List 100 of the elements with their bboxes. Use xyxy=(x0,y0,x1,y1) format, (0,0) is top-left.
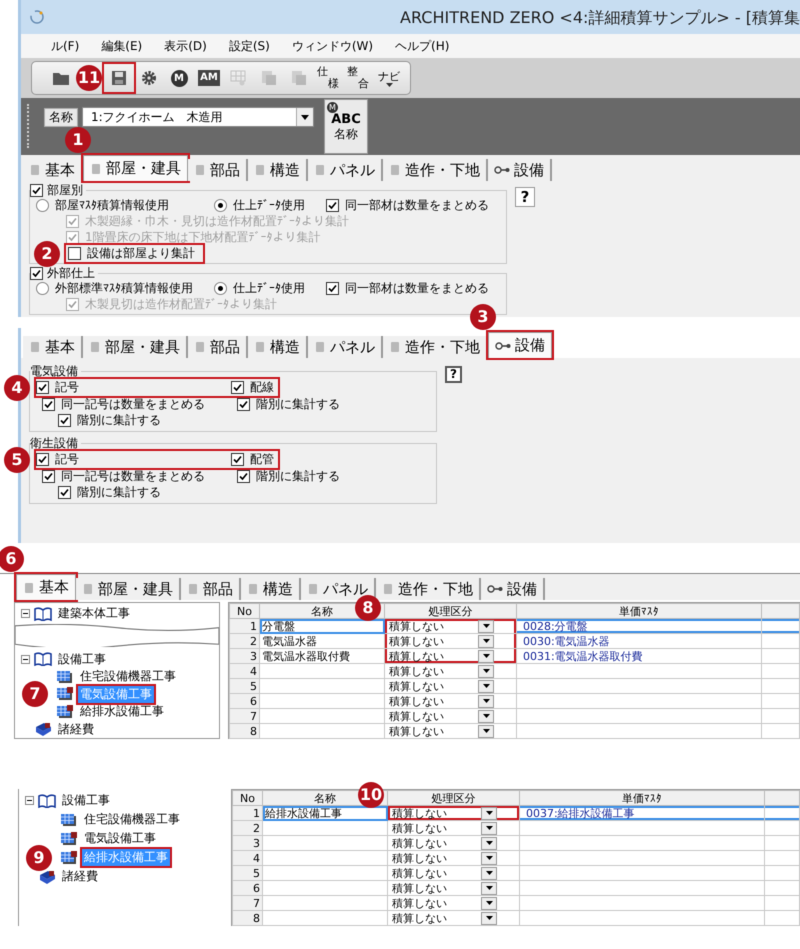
checkbox[interactable] xyxy=(42,470,55,483)
tree-item[interactable]: 建築本体工事 xyxy=(56,605,132,622)
column-header: 単価ﾏｽﾀ xyxy=(516,604,762,618)
step-marker: 9 xyxy=(26,844,52,870)
tree-item[interactable]: 電気設備工事 xyxy=(82,830,158,847)
option-label: 木製廻縁・巾木・見切は造作材配置ﾃﾞｰﾀより集計 xyxy=(85,214,349,228)
tab[interactable]: 設備 xyxy=(488,332,552,358)
tree-item[interactable]: 給排水設備工事 xyxy=(78,703,166,720)
menu-item[interactable]: 編集(E) xyxy=(101,38,142,54)
checkbox[interactable] xyxy=(30,266,43,280)
radio-button[interactable] xyxy=(214,282,227,294)
tab[interactable]: パネル xyxy=(308,336,383,358)
collapse-icon[interactable] xyxy=(21,609,30,618)
tree-item[interactable]: 設備工事 xyxy=(56,650,108,668)
tree-item[interactable]: 住宅設備機器工事 xyxy=(82,811,182,828)
checkbox[interactable] xyxy=(30,184,43,196)
checkbox[interactable] xyxy=(326,198,339,212)
step-marker: 7 xyxy=(22,681,48,708)
row-number: 1 xyxy=(232,806,262,820)
tab[interactable]: 部屋・建具 xyxy=(83,155,188,181)
toolbar-button[interactable]: 仕 様 xyxy=(314,64,344,92)
page-icon xyxy=(89,341,101,353)
tab[interactable]: 部屋・建具 xyxy=(83,336,188,358)
sheet-icon xyxy=(60,812,78,826)
dropdown-arrow-icon xyxy=(482,714,490,718)
toolbar-button[interactable]: 整 合 xyxy=(344,64,374,92)
page-icon xyxy=(307,583,319,595)
table-cell: 0030:電気温水器 xyxy=(516,634,762,648)
help-button[interactable]: ? xyxy=(515,187,535,207)
option-label: 階別に集計する xyxy=(77,413,161,428)
option-label: 記号 xyxy=(55,380,79,395)
tree-item[interactable]: 諸経費 xyxy=(60,868,100,885)
toolbar-button[interactable]: AM xyxy=(194,64,224,92)
radio-button[interactable] xyxy=(36,198,49,212)
checkbox[interactable] xyxy=(326,282,339,294)
checkbox[interactable] xyxy=(68,247,81,260)
checkbox[interactable] xyxy=(36,453,49,466)
collapse-icon[interactable] xyxy=(25,796,34,805)
page-icon xyxy=(382,583,394,595)
sheet-icon xyxy=(56,704,74,719)
toolbar-button[interactable]: ナビ xyxy=(374,64,404,92)
menu-item[interactable]: ル(F) xyxy=(51,38,80,54)
name-display-button[interactable]: M ABC 名称 xyxy=(324,99,368,154)
option-label: 記号 xyxy=(55,452,79,467)
row-number: 4 xyxy=(232,850,262,866)
caret-icon xyxy=(386,82,392,86)
connector-icon xyxy=(494,166,510,174)
toolbar-button[interactable]: M xyxy=(164,64,194,92)
tab[interactable]: 基本 xyxy=(16,574,76,600)
sheet-icon xyxy=(60,850,78,864)
tab[interactable]: 部品 xyxy=(188,336,248,358)
tab[interactable]: 造作・下地 xyxy=(383,336,488,358)
dropdown-arrow-icon xyxy=(486,811,492,815)
menu-item[interactable]: ウィンドウ(W) xyxy=(292,38,374,54)
group-title: 外部仕上 xyxy=(47,266,95,280)
page-icon xyxy=(314,341,326,353)
checkbox[interactable] xyxy=(42,398,55,411)
option-label: 階別に集計する xyxy=(256,397,340,412)
tree-item[interactable]: 設備工事 xyxy=(60,792,112,809)
column-header: 単価ﾏｽﾀ xyxy=(520,790,764,806)
checkbox[interactable] xyxy=(231,381,244,394)
page-icon xyxy=(194,341,206,353)
option-label: 配線 xyxy=(250,380,274,395)
checkbox[interactable] xyxy=(237,470,250,483)
checkbox[interactable] xyxy=(231,453,244,466)
page-icon xyxy=(389,164,401,176)
checkbox[interactable] xyxy=(36,381,49,394)
dropdown-arrow-icon xyxy=(486,841,492,845)
dropdown-arrow-icon xyxy=(482,624,490,628)
save-icon xyxy=(111,70,127,86)
toolbar-button[interactable] xyxy=(104,64,134,92)
dropdown-arrow-icon xyxy=(486,916,492,920)
checkbox[interactable] xyxy=(237,398,250,411)
group-title: 部屋別 xyxy=(47,183,83,197)
radio-button[interactable] xyxy=(36,282,49,294)
step-marker: 2 xyxy=(34,240,60,266)
tree-item[interactable]: 住宅設備機器工事 xyxy=(78,668,178,686)
gear-icon xyxy=(141,70,157,86)
checkbox[interactable] xyxy=(58,414,71,427)
checkbox[interactable] xyxy=(58,486,71,499)
tree-item[interactable]: 諸経費 xyxy=(56,720,96,738)
document-icon xyxy=(291,70,307,86)
menu-item[interactable]: ヘルプ(H) xyxy=(395,38,450,54)
connector-icon xyxy=(495,342,511,350)
column-header: 処理区分 xyxy=(388,790,520,806)
collapse-icon[interactable] xyxy=(21,654,30,664)
help-button[interactable]: ? xyxy=(445,366,462,383)
option-label: 同一記号は数量をまとめる xyxy=(61,469,205,484)
name-select[interactable]: 1:フクイホーム 木造用 xyxy=(82,107,314,127)
window-title: ARCHITREND ZERO <4:詳細積算サンプル> - [積算集 xyxy=(400,10,800,24)
row-number: 8 xyxy=(230,724,260,738)
option-label: 木製見切は造作材配置ﾃﾞｰﾀより集計 xyxy=(85,296,277,312)
grid-icon xyxy=(230,70,248,86)
tab[interactable]: 構造 xyxy=(248,336,308,358)
menu-item[interactable]: 設定(S) xyxy=(228,38,270,54)
tab[interactable]: 基本 xyxy=(23,336,83,358)
group-title: 衛生設備 xyxy=(30,436,78,451)
page-icon xyxy=(389,341,401,353)
radio-button[interactable] xyxy=(214,198,227,212)
menu-item[interactable]: 表示(D) xyxy=(164,38,207,54)
